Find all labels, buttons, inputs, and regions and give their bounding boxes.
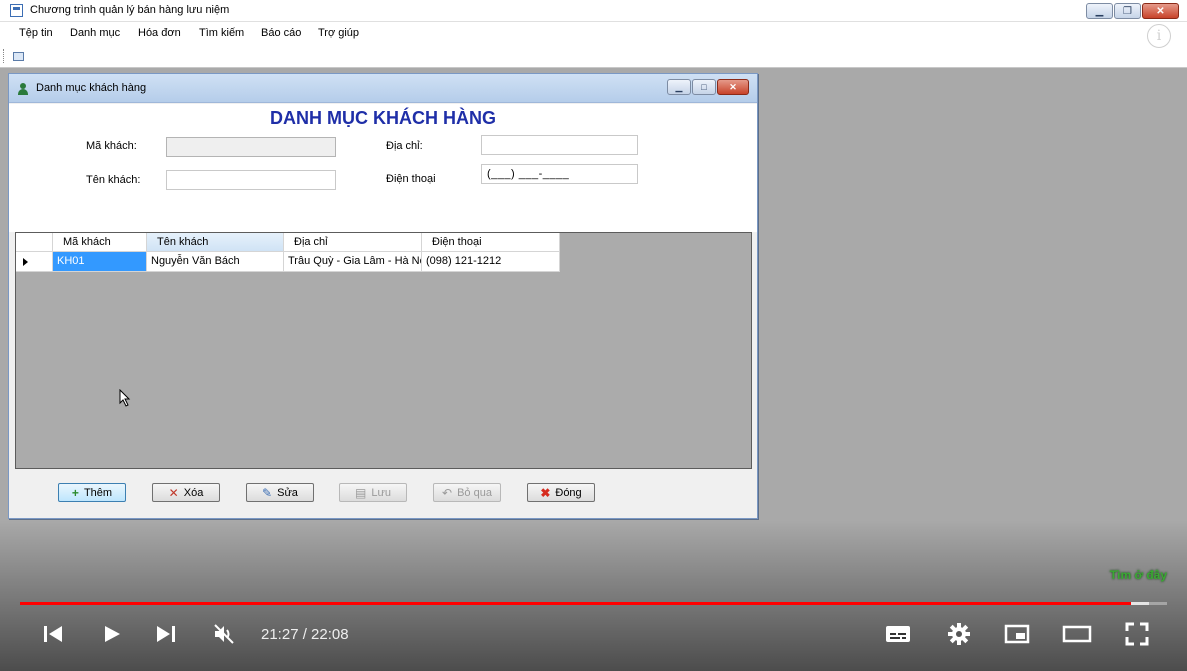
mute-button[interactable] bbox=[210, 620, 238, 648]
dialog-title: Danh mục khách hàng bbox=[36, 82, 147, 94]
menu-hoa-don[interactable]: Hóa đơn bbox=[138, 27, 181, 39]
cell-dia-chi[interactable]: Trâu Quỳ - Gia Lâm - Hà Nội bbox=[284, 252, 422, 272]
sua-label: Sửa bbox=[277, 486, 298, 499]
dialog-minimize-button[interactable]: ▁ bbox=[667, 79, 691, 95]
window-icon[interactable] bbox=[13, 52, 24, 61]
app-titlebar: Chương trình quản lý bán hàng lưu niệm ▁… bbox=[0, 0, 1187, 22]
window-controls: ▁ ❐ ✕ bbox=[1086, 3, 1179, 19]
row-header[interactable] bbox=[16, 252, 53, 272]
miniplayer-button[interactable] bbox=[1002, 620, 1032, 648]
dialog-maximize-button[interactable]: □ bbox=[692, 79, 716, 95]
delete-icon: ✕ bbox=[168, 485, 179, 500]
theater-icon bbox=[1062, 625, 1092, 643]
dia-chi-input[interactable] bbox=[481, 135, 638, 155]
app-icon bbox=[10, 4, 23, 17]
dia-chi-label: Địa chỉ: bbox=[386, 140, 423, 152]
luu-button[interactable]: ▤ Lưu bbox=[339, 483, 407, 502]
plus-icon: + bbox=[71, 485, 79, 500]
menu-bao-cao[interactable]: Báo cáo bbox=[261, 27, 301, 39]
info-icon[interactable]: i bbox=[1147, 24, 1171, 48]
menu-tep-tin[interactable]: Tệp tin bbox=[19, 27, 53, 39]
column-header-dien-thoai[interactable]: Điện thoại bbox=[422, 233, 560, 252]
dien-thoai-input[interactable]: (___) ___-____ bbox=[481, 164, 638, 184]
play-icon bbox=[105, 626, 120, 642]
close-x-icon: ✖ bbox=[540, 485, 551, 500]
ten-khach-label: Tên khách: bbox=[86, 174, 141, 186]
play-button[interactable] bbox=[100, 620, 124, 648]
previous-button[interactable] bbox=[40, 620, 66, 648]
cell-ten-khach[interactable]: Nguyễn Văn Bách bbox=[147, 252, 284, 272]
toolbar bbox=[0, 44, 1187, 68]
luu-label: Lưu bbox=[371, 486, 391, 499]
ma-khach-label: Mã khách: bbox=[86, 140, 137, 152]
dialog-titlebar: Danh mục khách hàng ▁ □ ✕ bbox=[9, 74, 757, 103]
current-row-arrow-icon bbox=[23, 258, 28, 266]
user-icon bbox=[18, 83, 28, 95]
mouse-cursor-icon bbox=[119, 389, 131, 407]
settings-button[interactable] bbox=[944, 620, 974, 648]
minimize-button[interactable]: ▁ bbox=[1086, 3, 1113, 19]
customer-grid[interactable]: Mã khách Tên khách Địa chỉ Điện thoại KH… bbox=[15, 232, 752, 469]
previous-icon bbox=[44, 626, 62, 642]
them-button[interactable]: + Thêm bbox=[58, 483, 126, 502]
ma-khach-input[interactable] bbox=[166, 137, 336, 157]
button-bar: + Thêm ✕ Xóa ✎ Sửa ▤ Lưu ↶ Bỏ qua ✖ Đóng bbox=[9, 470, 757, 518]
column-header-dia-chi[interactable]: Địa chỉ bbox=[284, 233, 422, 252]
column-header-ma-khach[interactable]: Mã khách bbox=[53, 233, 147, 252]
xoa-label: Xóa bbox=[183, 486, 204, 499]
customer-form: DANH MỤC KHÁCH HÀNG Mã khách: Tên khách:… bbox=[9, 104, 757, 232]
menubar: Tệp tin Danh mục Hóa đơn Tìm kiếm Báo cá… bbox=[0, 22, 1187, 44]
form-heading: DANH MỤC KHÁCH HÀNG bbox=[270, 108, 496, 128]
restore-button[interactable]: ❐ bbox=[1114, 3, 1141, 19]
time-display: 21:27 / 22:08 bbox=[261, 626, 349, 643]
watermark: Tìm ở đây bbox=[1109, 568, 1167, 582]
bo-qua-button[interactable]: ↶ Bỏ qua bbox=[433, 483, 501, 502]
them-label: Thêm bbox=[83, 486, 113, 499]
fullscreen-button[interactable] bbox=[1122, 620, 1152, 648]
gear-icon bbox=[948, 623, 970, 645]
pencil-icon: ✎ bbox=[262, 485, 273, 500]
customer-dialog: Danh mục khách hàng ▁ □ ✕ DANH MỤC KHÁCH… bbox=[8, 73, 758, 519]
progress-bar[interactable] bbox=[20, 602, 1167, 605]
miniplayer-icon bbox=[1004, 624, 1030, 644]
dialog-window-controls: ▁ □ ✕ bbox=[667, 79, 749, 95]
xoa-button[interactable]: ✕ Xóa bbox=[152, 483, 220, 502]
progress-buffer bbox=[1131, 602, 1149, 605]
dien-thoai-label: Điện thoại bbox=[386, 173, 436, 185]
table-row[interactable]: KH01 Nguyễn Văn Bách Trâu Quỳ - Gia Lâm … bbox=[16, 252, 560, 272]
fullscreen-icon bbox=[1125, 622, 1149, 646]
volume-muted-icon bbox=[214, 624, 234, 644]
cell-dien-thoai[interactable]: (098) 121-1212 bbox=[422, 252, 560, 272]
close-button[interactable]: ✕ bbox=[1142, 3, 1179, 19]
subtitles-icon bbox=[886, 626, 910, 642]
next-button[interactable] bbox=[153, 620, 179, 648]
dialog-close-button[interactable]: ✕ bbox=[717, 79, 749, 95]
next-icon bbox=[157, 626, 175, 642]
theater-mode-button[interactable] bbox=[1061, 620, 1093, 648]
menu-danh-muc[interactable]: Danh mục bbox=[70, 27, 120, 39]
ten-khach-input[interactable] bbox=[166, 170, 336, 190]
cell-ma-khach[interactable]: KH01 bbox=[53, 252, 147, 272]
menu-tro-giup[interactable]: Trợ giúp bbox=[318, 27, 359, 39]
toolbar-grip[interactable] bbox=[3, 49, 6, 63]
dong-label: Đóng bbox=[555, 486, 582, 499]
sua-button[interactable]: ✎ Sửa bbox=[246, 483, 314, 502]
grid-header: Mã khách Tên khách Địa chỉ Điện thoại bbox=[16, 233, 560, 252]
progress-played bbox=[20, 602, 1132, 605]
column-header-ten-khach[interactable]: Tên khách bbox=[147, 233, 284, 252]
subtitles-button[interactable] bbox=[883, 620, 913, 648]
app-title: Chương trình quản lý bán hàng lưu niệm bbox=[30, 4, 230, 16]
menu-tim-kiem[interactable]: Tìm kiếm bbox=[199, 27, 244, 39]
save-icon: ▤ bbox=[355, 485, 367, 500]
undo-icon: ↶ bbox=[442, 485, 453, 500]
player-overlay bbox=[0, 520, 1187, 671]
bo-qua-label: Bỏ qua bbox=[457, 486, 492, 499]
dong-button[interactable]: ✖ Đóng bbox=[527, 483, 595, 502]
grid-corner-header[interactable] bbox=[16, 233, 53, 252]
